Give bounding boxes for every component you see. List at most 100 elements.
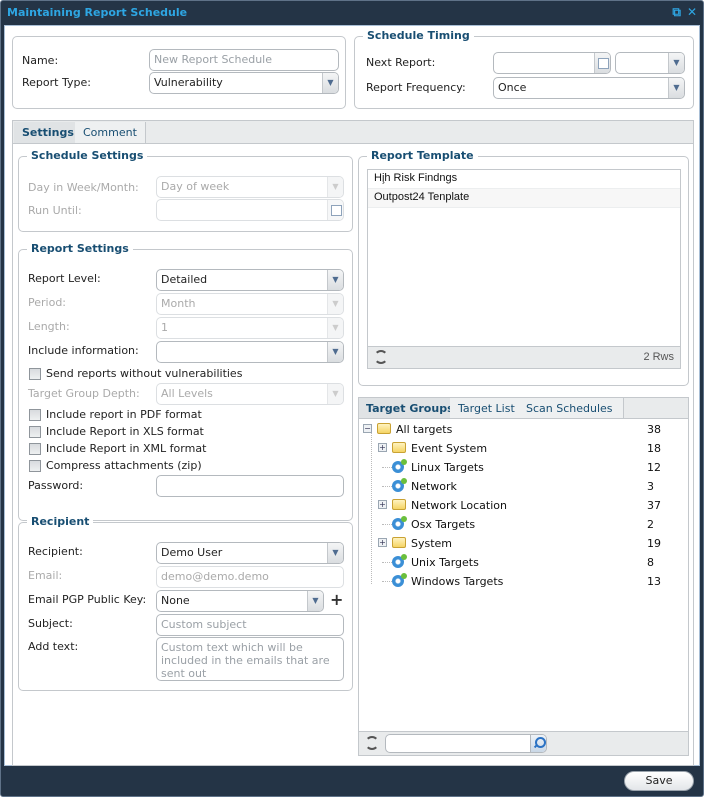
pgp-value: None [161,594,190,607]
tree-connector [382,486,392,487]
report-level-value: Detailed [161,273,208,286]
tree-node[interactable]: + Network Location 37 [359,496,688,515]
checkbox-box[interactable] [29,425,41,438]
tree-node[interactable]: Linux Targets 12 [359,458,688,477]
next-report-date-input[interactable] [493,52,611,74]
expand-icon[interactable]: + [378,538,387,547]
close-icon[interactable]: ✕ [687,5,697,20]
password-label: Password: [28,479,84,492]
search-icon[interactable] [530,735,546,752]
calendar-icon [327,200,343,220]
expand-icon[interactable]: + [378,500,387,509]
chevron-down-icon: ▼ [327,384,343,404]
collapse-icon[interactable]: − [363,424,372,433]
chevron-down-icon[interactable]: ▼ [327,543,343,563]
restore-icon[interactable]: ⧉ [672,5,681,20]
zip-label: Compress attachments (zip) [46,459,202,472]
tree-node[interactable]: Network 3 [359,477,688,496]
report-schedule-window: Maintaining Report Schedule ⧉ ✕ Name: Ne… [0,0,704,797]
tree-node-count: 18 [647,442,661,455]
add-text-label: Add text: [28,640,79,653]
chevron-down-icon[interactable]: ▼ [327,342,343,362]
tree-node[interactable]: + Event System 18 [359,439,688,458]
chevron-down-icon[interactable]: ▼ [307,591,323,611]
day-value: Day of week [161,180,230,193]
next-report-time-select[interactable]: ▼ [615,52,685,74]
xml-checkbox[interactable]: Include Report in XML format [29,442,206,455]
refresh-icon[interactable] [374,350,388,364]
recipient-legend: Recipient [27,515,94,528]
template-row-count: 2 Rws [643,351,674,363]
recipient-label: Recipient: [28,545,83,558]
tree-node[interactable]: − All targets 38 [359,420,688,439]
window-title: Maintaining Report Schedule [7,6,188,19]
targets-panel: Target Groups Target List Scan Schedules… [358,397,689,756]
targets-footer [359,731,688,755]
tree-node-label: Event System [411,442,488,455]
run-until-label: Run Until: [28,204,82,217]
checkbox-box[interactable] [29,459,41,472]
target-search-input[interactable] [385,734,547,753]
pdf-checkbox[interactable]: Include report in PDF format [29,408,202,421]
password-input[interactable] [156,475,344,497]
dynamic-group-icon [392,516,407,530]
report-level-select[interactable]: Detailed ▼ [156,269,344,291]
report-type-select[interactable]: Vulnerability ▼ [149,72,339,94]
tree-node[interactable]: Unix Targets 8 [359,553,688,572]
recipient-select[interactable]: Demo User ▼ [156,542,344,564]
template-row[interactable]: Outpost24 Tenplate [368,189,680,208]
xls-label: Include Report in XLS format [46,425,204,438]
checkbox-box[interactable] [29,408,41,421]
tree-node[interactable]: + System 19 [359,534,688,553]
tab-settings[interactable]: Settings [14,122,83,143]
add-pgp-key-button[interactable]: + [330,590,343,609]
checkbox-box[interactable] [29,367,41,380]
calendar-icon[interactable] [594,53,610,73]
schedule-settings-legend: Schedule Settings [27,149,148,162]
chevron-down-icon[interactable]: ▼ [327,270,343,290]
schedule-settings-panel: Schedule Settings Day in Week/Month: Day… [18,149,353,232]
chevron-down-icon[interactable]: ▼ [322,73,338,93]
pgp-label: Email PGP Public Key: [28,593,147,606]
send-without-vulns-checkbox[interactable]: Send reports without vulnerabilities [29,367,242,380]
report-template-panel: Report Template Hi̧h Risk Findngs Outpos… [358,149,689,386]
template-row[interactable]: Hi̧h Risk Findngs [368,170,680,189]
folder-icon [392,442,406,453]
checkbox-box[interactable] [29,442,41,455]
tree-connector [382,524,392,525]
refresh-icon[interactable] [365,736,379,750]
chevron-down-icon: ▼ [327,318,343,338]
tree-node[interactable]: Windows Targets 13 [359,572,688,591]
xls-checkbox[interactable]: Include Report in XLS format [29,425,204,438]
tree-connector [382,581,392,582]
tab-comment[interactable]: Comment [75,122,146,143]
subject-input[interactable]: Custom subject [156,614,344,636]
save-button[interactable]: Save [624,771,694,791]
tree-node-count: 19 [647,537,661,550]
chevron-down-icon[interactable]: ▼ [668,78,684,98]
folder-icon [377,423,391,434]
titlebar[interactable]: Maintaining Report Schedule ⧉ ✕ [1,1,703,25]
pgp-select[interactable]: None ▼ [156,590,324,612]
settings-tabs: Settings Comment [12,120,694,144]
target-depth-select: All Levels ▼ [156,383,344,405]
tree-connector [382,562,392,563]
name-input[interactable]: New Report Schedule [149,49,339,71]
recipient-value: Demo User [161,546,223,559]
report-frequency-select[interactable]: Once ▼ [493,77,685,99]
email-label: Email: [28,569,63,582]
dynamic-group-icon [392,478,407,492]
tree-node-count: 13 [647,575,661,588]
folder-icon [392,499,406,510]
include-info-select[interactable]: ▼ [156,341,344,363]
expand-icon[interactable]: + [378,443,387,452]
dynamic-group-icon [392,459,407,473]
chevron-down-icon[interactable]: ▼ [668,53,684,73]
tab-target-list[interactable]: Target List [450,398,524,418]
zip-checkbox[interactable]: Compress attachments (zip) [29,459,202,472]
tree-node[interactable]: Osx Targets 2 [359,515,688,534]
tab-scan-schedules[interactable]: Scan Schedules [516,398,624,418]
target-depth-label: Target Group Depth: [28,387,140,400]
add-text-textarea[interactable]: Custom text which will be included in th… [156,637,344,681]
tab-target-groups[interactable]: Target Groups [359,398,462,418]
